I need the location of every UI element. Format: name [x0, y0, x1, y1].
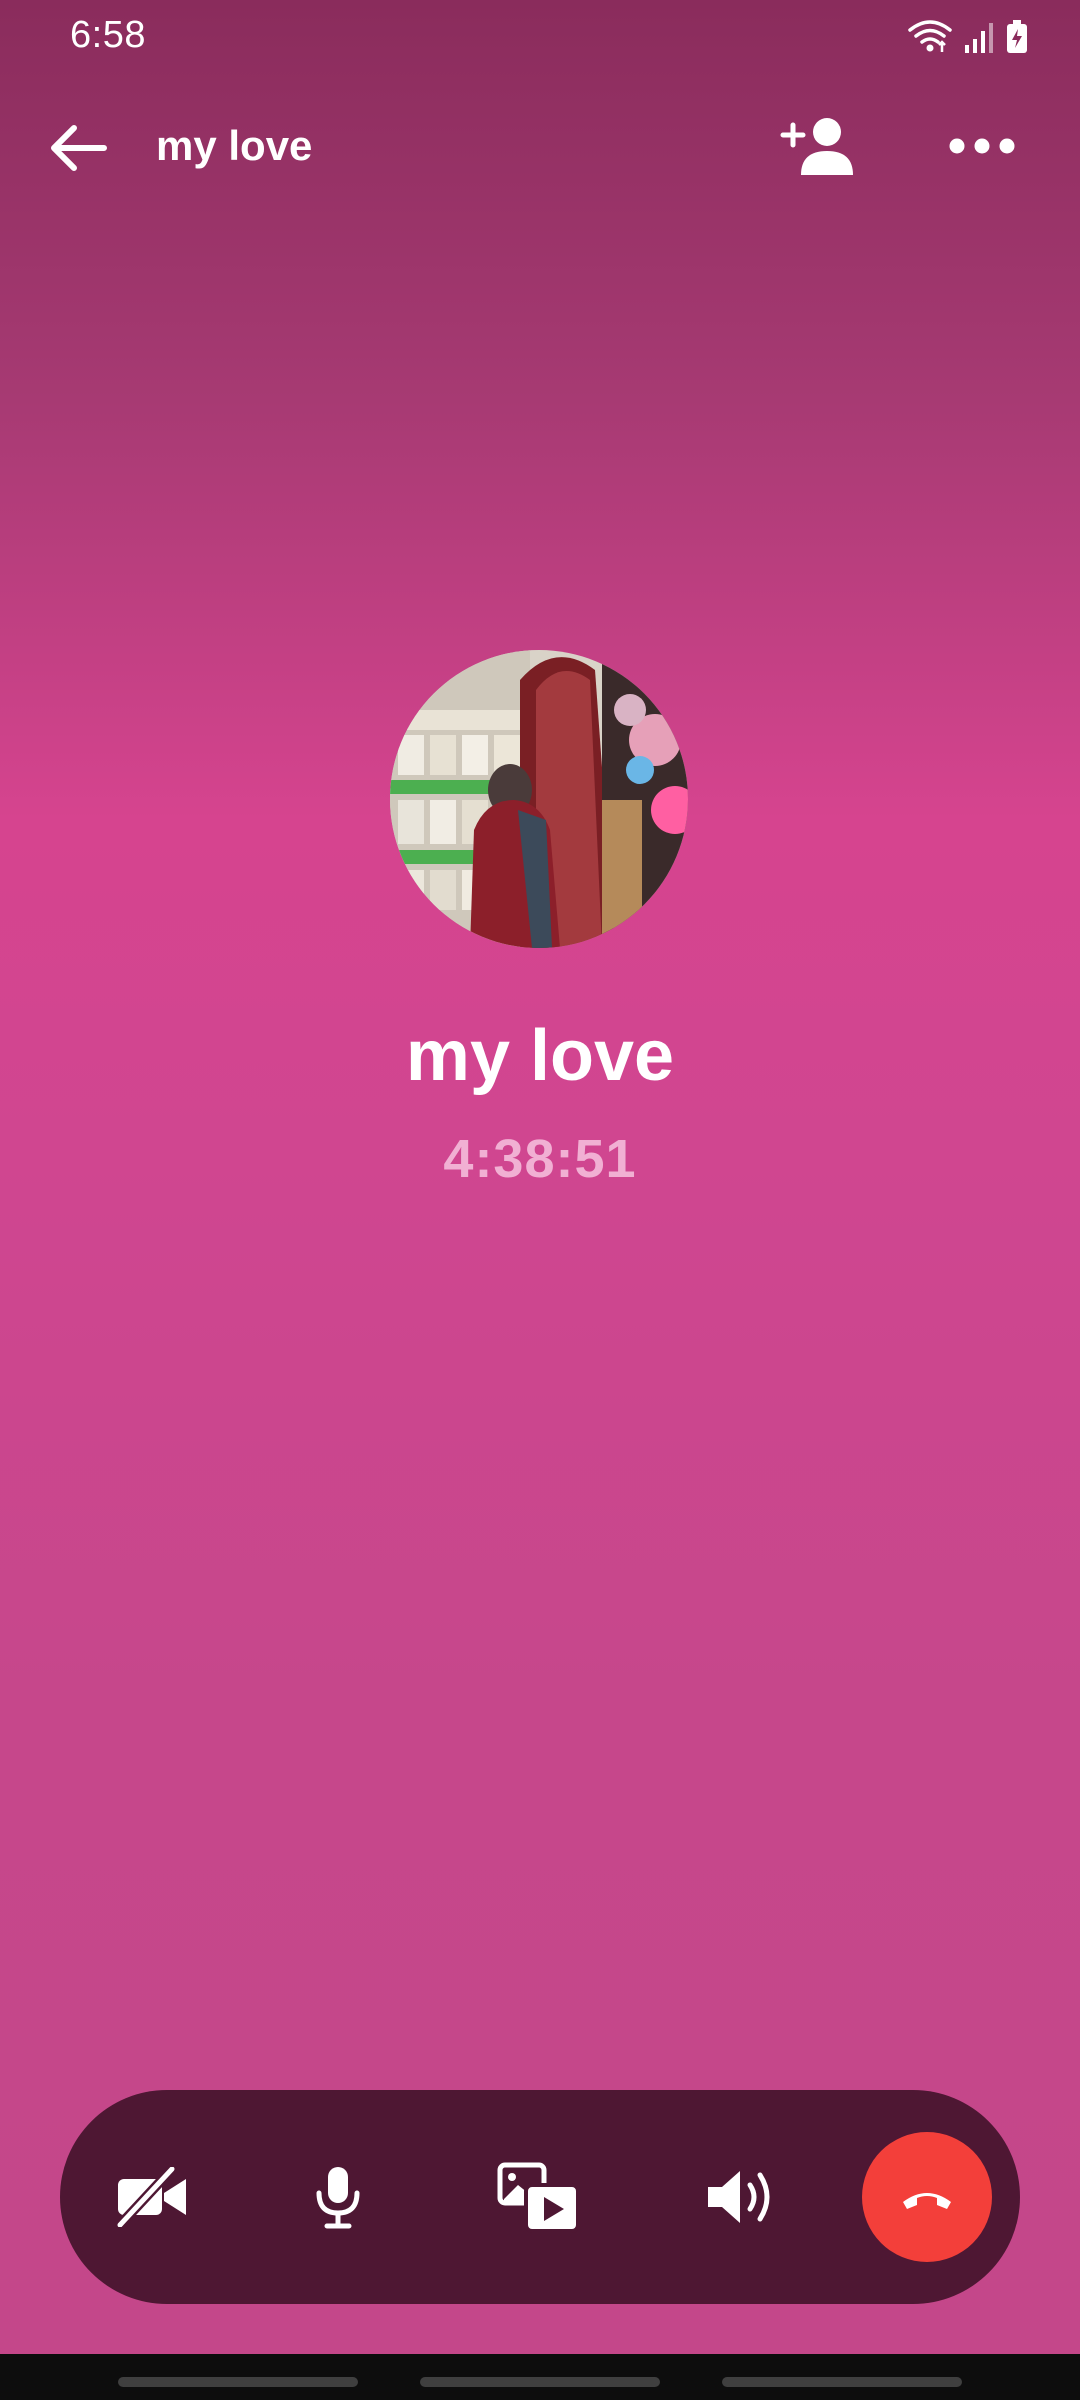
wifi-icon: [908, 20, 952, 52]
hang-up-icon: [903, 2193, 951, 2209]
contact-avatar: [390, 650, 688, 948]
video-toggle-button[interactable]: [92, 2137, 212, 2257]
avatar-photo: [390, 650, 688, 948]
signal-icon: [965, 23, 993, 53]
microphone-button[interactable]: [278, 2137, 398, 2257]
more-horizontal-icon: [949, 138, 1015, 154]
app-title: my love: [156, 122, 313, 169]
status-bar: 6:58: [0, 0, 1080, 76]
system-navigation-bar: [0, 2354, 1080, 2400]
video-off-icon: [115, 2167, 186, 2227]
back-button[interactable]: [38, 108, 118, 188]
speaker-icon: [708, 2171, 770, 2223]
nav-home-button[interactable]: [420, 2377, 660, 2387]
microphone-icon: [316, 2167, 360, 2229]
add-person-button[interactable]: [772, 106, 862, 186]
battery-icon: [1007, 20, 1027, 53]
speaker-button[interactable]: [680, 2137, 800, 2257]
status-time: 6:58: [70, 14, 146, 56]
contact-name: my love: [405, 1016, 675, 1096]
nav-back-button[interactable]: [722, 2377, 962, 2387]
end-call-button[interactable]: [862, 2132, 992, 2262]
call-control-bar: [60, 2090, 1020, 2304]
nav-recents-button[interactable]: [118, 2377, 358, 2387]
call-duration: 4:38:51: [443, 1129, 637, 1189]
call-screen: 6:58 my love my love 4:38:51: [0, 0, 1080, 2400]
app-bar: my love: [0, 100, 1080, 190]
media-share-icon: [497, 2162, 580, 2233]
add-person-icon: [780, 118, 853, 175]
more-options-button[interactable]: [942, 106, 1022, 186]
status-icons: [908, 20, 1028, 54]
share-media-button[interactable]: [479, 2137, 599, 2257]
arrow-left-icon: [51, 125, 107, 171]
